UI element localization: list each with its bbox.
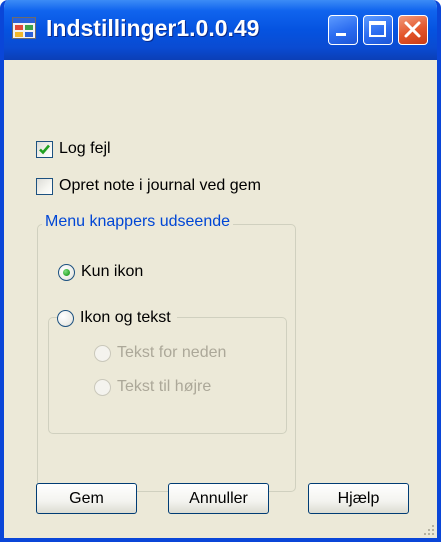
text-right-label: Tekst til højre [117, 378, 212, 395]
text-below-option[interactable]: Tekst for neden [94, 344, 226, 362]
menu-appearance-group: Menu knappers udseende Kun ikon Ikon og … [37, 213, 296, 492]
log-errors-label: Log fejl [59, 140, 111, 157]
icon-text-label: Ikon og tekst [80, 309, 171, 326]
log-errors-checkbox[interactable] [36, 140, 53, 158]
text-right-option[interactable]: Tekst til højre [94, 378, 211, 396]
minimize-button[interactable] [328, 15, 358, 45]
text-below-label: Tekst for neden [117, 344, 227, 361]
create-note-label: Opret note i journal ved gem [59, 177, 261, 194]
save-button[interactable]: Gem [36, 483, 137, 514]
check-icon [39, 144, 50, 154]
close-icon [404, 21, 421, 38]
maximize-button[interactable] [363, 15, 393, 45]
create-note-option[interactable]: Opret note i journal ved gem [36, 177, 261, 195]
title-bar[interactable]: Indstillinger1.0.0.49 [4, 0, 437, 60]
icon-text-subgroup: Ikon og tekst Tekst for neden Tekst til … [48, 309, 287, 434]
help-button[interactable]: Hjælp [308, 483, 409, 514]
resize-grip-icon[interactable] [421, 522, 435, 536]
minimize-icon [336, 33, 346, 36]
icon-only-option[interactable]: Kun ikon [58, 263, 143, 281]
settings-window: Indstillinger1.0.0.49 Log fejl Opret not… [0, 0, 441, 542]
close-button[interactable] [398, 15, 428, 45]
icon-text-radio[interactable] [57, 309, 74, 327]
cancel-button[interactable]: Annuller [168, 483, 269, 514]
window-title: Indstillinger1.0.0.49 [46, 15, 260, 41]
text-right-radio[interactable] [94, 378, 111, 396]
settings-window-icon [12, 17, 36, 39]
icon-only-radio[interactable] [58, 263, 75, 281]
icon-text-option[interactable]: Ikon og tekst [57, 309, 177, 327]
maximize-icon [369, 21, 386, 37]
text-below-radio[interactable] [94, 344, 111, 362]
menu-appearance-group-title: Menu knappers udseende [42, 213, 234, 231]
log-errors-option[interactable]: Log fejl [36, 140, 111, 158]
icon-only-label: Kun ikon [81, 263, 144, 280]
dialog-content: Log fejl Opret note i journal ved gem Me… [4, 60, 437, 538]
create-note-checkbox[interactable] [36, 177, 53, 195]
